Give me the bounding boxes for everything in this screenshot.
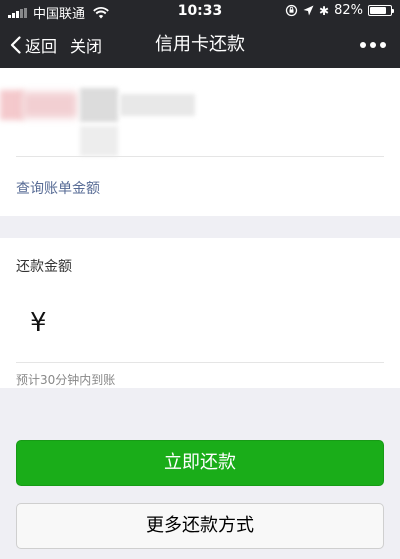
status-right: ✱ 82% (285, 3, 394, 18)
credit-card-info: 查询账单金额 (0, 68, 400, 216)
back-button[interactable]: 返回 (10, 22, 57, 68)
divider (16, 156, 384, 157)
repay-now-button[interactable]: 立即还款 (16, 440, 384, 486)
orientation-lock-icon (285, 4, 298, 17)
masked-card-extra (80, 126, 118, 156)
bluetooth-icon: ✱ (319, 3, 330, 18)
masked-card-details (0, 88, 200, 122)
amount-label: 还款金额 (16, 259, 72, 275)
battery-percent: 82% (334, 3, 363, 18)
currency-symbol: ¥ (30, 308, 47, 338)
status-bar: 中国联通 10:33 ✱ 82% (0, 0, 400, 22)
location-icon (303, 5, 314, 16)
battery-icon (368, 5, 394, 16)
query-bill-link[interactable]: 查询账单金额 (16, 178, 100, 198)
amount-input[interactable] (60, 308, 380, 342)
page-title: 信用卡还款 (155, 34, 245, 55)
back-label: 返回 (25, 37, 58, 56)
repayment-form: 还款金额 ¥ 预计30分钟内到账 (0, 238, 400, 388)
chevron-left-icon (10, 36, 21, 54)
arrival-hint: 预计30分钟内到账 (16, 373, 116, 387)
divider (16, 362, 384, 363)
nav-bar: 返回 关闭 信用卡还款 (0, 22, 400, 68)
close-button[interactable]: 关闭 (70, 22, 102, 68)
more-icon[interactable] (360, 22, 386, 68)
more-payment-methods-button[interactable]: 更多还款方式 (16, 503, 384, 549)
